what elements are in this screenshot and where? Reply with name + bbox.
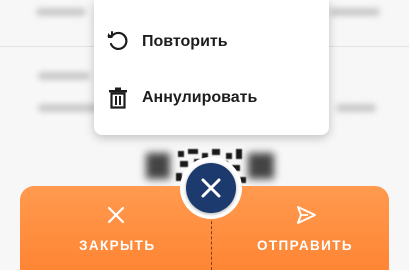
- blurred-text: [330, 8, 380, 16]
- menu-item-label: Аннулировать: [142, 89, 258, 106]
- menu-item-cancel[interactable]: Аннулировать: [94, 78, 329, 118]
- close-icon: [107, 206, 125, 224]
- send-button[interactable]: ОТПРАВИТЬ: [227, 186, 397, 270]
- close-button[interactable]: ЗАКРЫТЬ: [30, 186, 200, 270]
- blurred-text: [36, 8, 86, 16]
- blurred-text: [38, 72, 90, 80]
- repeat-icon: [107, 31, 128, 51]
- blurred-text: [336, 104, 376, 112]
- trash-icon: [109, 87, 127, 109]
- fab-close-button[interactable]: [186, 163, 236, 213]
- action-divider: [211, 216, 212, 270]
- context-menu: Повторить Аннулировать: [94, 0, 329, 135]
- menu-item-repeat[interactable]: Повторить: [94, 22, 329, 62]
- blurred-text: [38, 104, 98, 112]
- send-icon: [297, 206, 316, 224]
- send-button-label: ОТПРАВИТЬ: [257, 238, 354, 253]
- close-button-label: ЗАКРЫТЬ: [79, 238, 156, 253]
- close-icon: [201, 178, 221, 198]
- menu-item-label: Повторить: [142, 33, 228, 50]
